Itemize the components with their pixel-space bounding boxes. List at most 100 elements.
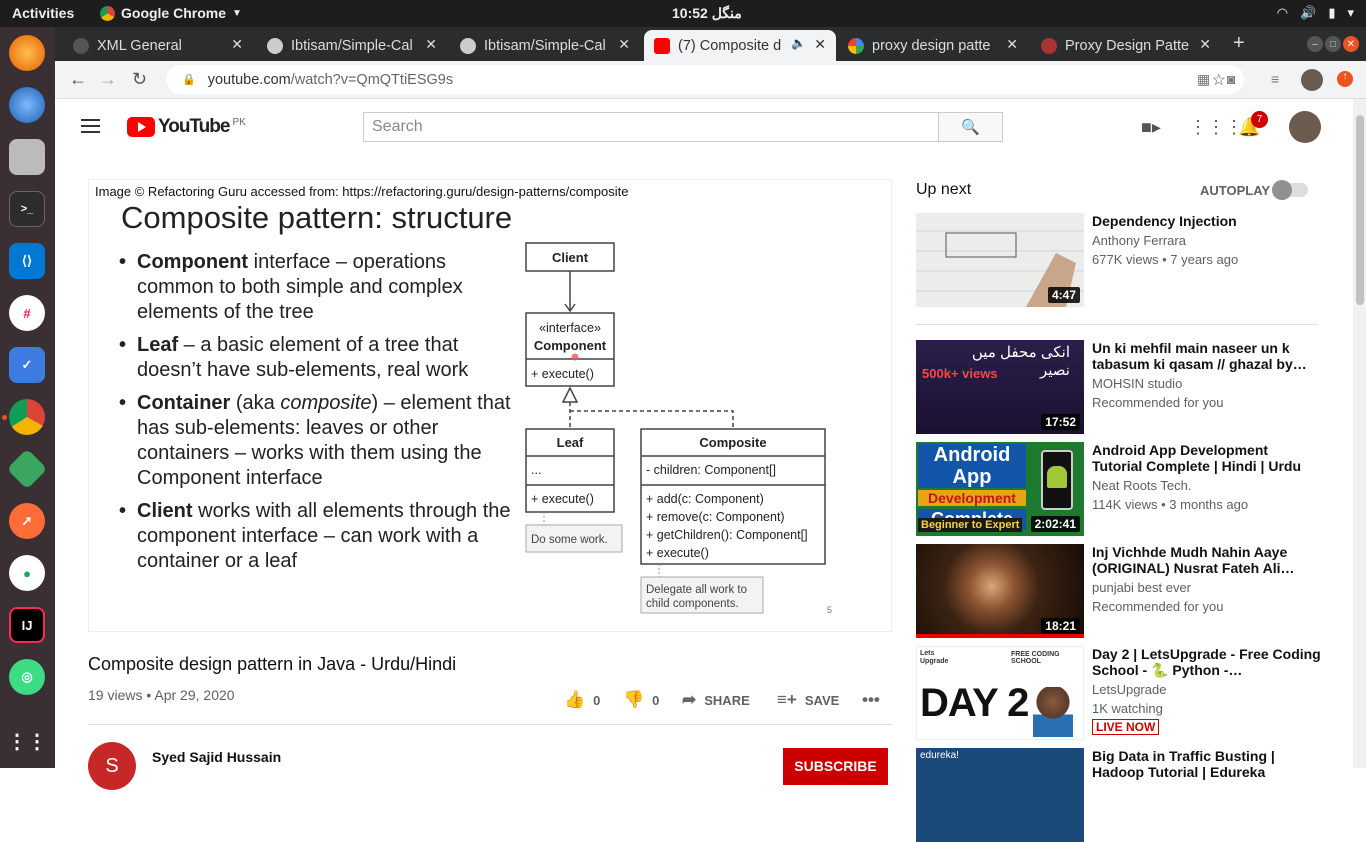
uml-client-label: Client xyxy=(552,250,589,265)
recommended-video[interactable]: 18:21 Inj Vichhde Mudh Nahin Aaye (ORIGI… xyxy=(916,544,1336,638)
clock[interactable]: 10:52 منگل xyxy=(672,5,742,22)
like-button[interactable]: 👍 0 xyxy=(564,690,600,710)
dislike-button[interactable]: 👎 0 xyxy=(623,690,659,710)
search-input[interactable] xyxy=(363,112,939,142)
tab-github-2[interactable]: Ibtisam/Simple-Cal ✕ xyxy=(450,30,640,61)
autoplay-toggle[interactable] xyxy=(1272,180,1308,200)
new-tab-button[interactable]: + xyxy=(1233,32,1245,55)
recommended-video[interactable]: Lets Upgrade FREE CODING SCHOOL DAY 2 Da… xyxy=(916,646,1336,740)
maximize-button[interactable]: □ xyxy=(1325,36,1341,52)
forward-arrow-icon[interactable]: → xyxy=(99,69,117,90)
terminal-icon[interactable]: >_ xyxy=(9,191,45,227)
video-info: Inj Vichhde Mudh Nahin Aaye (ORIGINAL) N… xyxy=(1092,544,1322,614)
update-icon[interactable]: ↑ xyxy=(1337,71,1353,87)
video-thumbnail[interactable]: edureka! xyxy=(916,748,1084,842)
postman-icon[interactable]: ➚ xyxy=(9,503,45,539)
video-title[interactable]: Inj Vichhde Mudh Nahin Aaye (ORIGINAL) N… xyxy=(1092,544,1322,576)
subscribe-button[interactable]: SUBSCRIBE xyxy=(783,748,888,785)
tab-title: Proxy Design Patte xyxy=(1065,37,1190,54)
video-thumbnail[interactable]: Lets Upgrade FREE CODING SCHOOL DAY 2 xyxy=(916,646,1084,740)
video-duration: 4:47 xyxy=(1047,287,1080,303)
recommended-video[interactable]: Android App Development Complete Beginne… xyxy=(916,442,1336,536)
git-client-icon[interactable] xyxy=(6,448,48,490)
avatar[interactable] xyxy=(1289,111,1321,143)
close-icon[interactable]: ✕ xyxy=(425,36,437,53)
media-controls-icon[interactable]: ≡ xyxy=(1271,71,1289,89)
firefox-icon[interactable] xyxy=(9,35,45,71)
save-button[interactable]: ≡+ SAVE xyxy=(777,690,839,710)
uml-composite-field: - children: Component[] xyxy=(646,463,776,477)
tab-google-search[interactable]: proxy design patte ✕ xyxy=(838,30,1028,61)
video-thumbnail[interactable]: انکی محفل میں نصیر 500k+ views 17:52 xyxy=(916,340,1084,434)
video-title[interactable]: Dependency Injection xyxy=(1092,213,1322,229)
camera-extension-icon[interactable]: ◙ xyxy=(1227,71,1245,89)
profile-avatar[interactable] xyxy=(1301,69,1323,91)
share-button[interactable]: ➦ SHARE xyxy=(682,690,750,710)
page-scrollbar[interactable] xyxy=(1353,99,1366,768)
extension-icon[interactable]: ▦ xyxy=(1197,71,1215,89)
video-thumbnail[interactable]: 4:47 xyxy=(916,213,1084,307)
close-window-button[interactable]: ✕ xyxy=(1343,36,1359,52)
vscode-icon[interactable]: ⟨⟩ xyxy=(9,243,45,279)
xml-favicon xyxy=(73,37,89,54)
youtube-logo[interactable]: YouTube PK xyxy=(127,116,246,138)
volume-icon: 🔊 xyxy=(1300,5,1317,20)
address-bar[interactable]: 🔒 youtube.com/watch?v=QmQTtiESG9s ☆ xyxy=(166,65,1244,94)
toggle-knob xyxy=(1272,180,1292,200)
mongodb-icon[interactable]: ● xyxy=(9,555,45,591)
tasks-icon[interactable]: ✓ xyxy=(9,347,45,383)
slack-icon[interactable]: # xyxy=(9,295,45,331)
tab-xml-general[interactable]: XML General ✕ xyxy=(63,30,253,61)
github-icon xyxy=(267,37,283,54)
recommended-video[interactable]: edureka! Big Data in Traffic Busting | H… xyxy=(916,748,1336,842)
activities-button[interactable]: Activities xyxy=(12,5,74,21)
more-actions-button[interactable]: ••• xyxy=(862,690,880,710)
recommended-video[interactable]: انکی محفل میں نصیر 500k+ views 17:52 Un … xyxy=(916,340,1336,434)
create-video-icon[interactable]: ■▸ xyxy=(1141,117,1161,138)
video-title[interactable]: Un ki mehfil main naseer un k tabasum ki… xyxy=(1092,340,1322,372)
close-icon[interactable]: ✕ xyxy=(814,36,826,53)
divider xyxy=(916,324,1318,325)
apps-grid-icon[interactable]: ⋮⋮⋮ xyxy=(1189,117,1243,138)
channel-name[interactable]: Syed Sajid Hussain xyxy=(152,749,281,765)
more-horizontal-icon: ••• xyxy=(862,690,880,709)
youtube-favicon xyxy=(654,37,670,54)
show-apps-icon[interactable]: ⋮⋮ xyxy=(7,723,47,759)
video-thumbnail[interactable]: 18:21 xyxy=(916,544,1084,638)
back-arrow-icon[interactable]: ← xyxy=(69,69,87,90)
intellij-icon[interactable]: IJ xyxy=(9,607,45,643)
url-path: /watch?v=QmQTtiESG9s xyxy=(290,71,454,88)
chrome-dock-icon[interactable] xyxy=(9,399,45,435)
scrollbar-thumb[interactable] xyxy=(1356,115,1364,305)
tab-youtube-active[interactable]: (7) Composite d 🔈 ✕ xyxy=(644,30,836,61)
android-studio-icon[interactable]: ◎ xyxy=(9,659,45,695)
wifi-icon: ◠ xyxy=(1276,5,1289,20)
tab-github-1[interactable]: Ibtisam/Simple-Cal ✕ xyxy=(257,30,447,61)
video-player[interactable]: Image © Refactoring Guru accessed from: … xyxy=(88,179,892,632)
close-icon[interactable]: ✕ xyxy=(1199,36,1211,53)
close-icon[interactable]: ✕ xyxy=(1006,36,1018,53)
video-thumbnail[interactable]: Android App Development Complete Beginne… xyxy=(916,442,1084,536)
search-button[interactable]: 🔍 xyxy=(939,112,1003,142)
country-code: PK xyxy=(232,116,246,128)
reload-icon[interactable]: ↻ xyxy=(132,69,147,90)
close-icon[interactable]: ✕ xyxy=(618,36,630,53)
close-icon[interactable]: ✕ xyxy=(231,36,243,53)
live-badge: LIVE NOW xyxy=(1092,719,1160,735)
menu-icon[interactable] xyxy=(81,119,100,133)
video-title[interactable]: Day 2 | LetsUpgrade - Free Coding School… xyxy=(1092,646,1322,678)
minimize-button[interactable]: – xyxy=(1307,36,1323,52)
system-tray[interactable]: ◠ 🔊 ▮ ▾ xyxy=(1277,5,1354,21)
files-icon[interactable] xyxy=(9,139,45,175)
search-box: 🔍 xyxy=(363,112,1003,142)
app-menu[interactable]: Google Chrome ▼ xyxy=(100,5,242,21)
recommended-video[interactable]: 4:47 Dependency Injection Anthony Ferrar… xyxy=(916,213,1336,307)
channel-name: punjabi best ever xyxy=(1092,580,1192,595)
tab-proxy-pattern[interactable]: Proxy Design Patte ✕ xyxy=(1031,30,1221,61)
channel-avatar[interactable]: S xyxy=(88,742,136,790)
video-title[interactable]: Big Data in Traffic Busting | Hadoop Tut… xyxy=(1092,748,1322,780)
search-icon: 🔍 xyxy=(961,119,980,136)
video-title[interactable]: Android App Development Tutorial Complet… xyxy=(1092,442,1322,474)
thunderbird-icon[interactable] xyxy=(9,87,45,123)
audio-playing-icon[interactable]: 🔈 xyxy=(791,36,806,50)
